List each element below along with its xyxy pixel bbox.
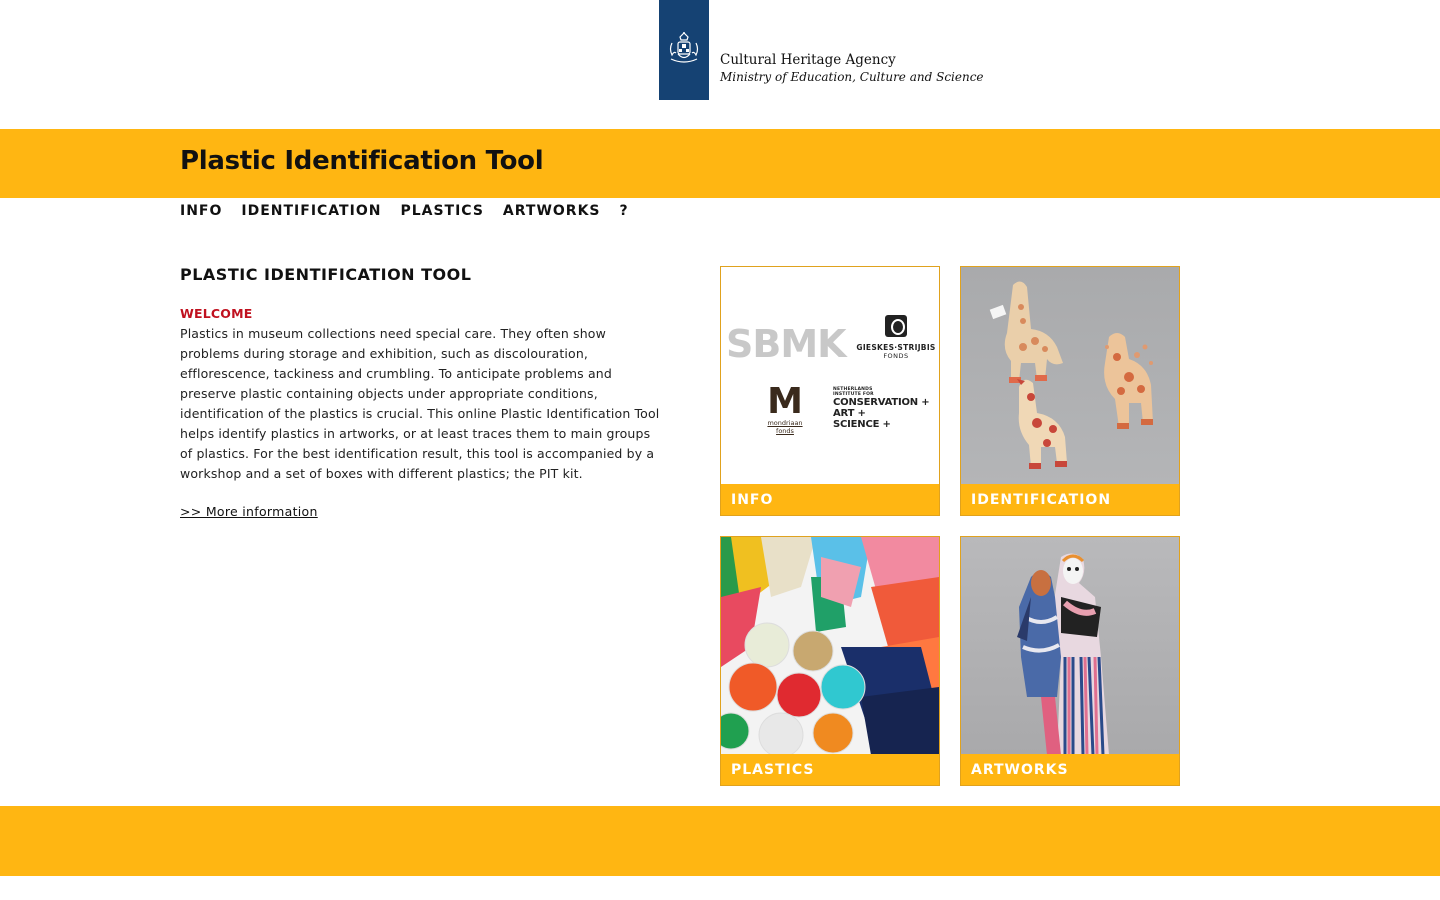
main-nav: INFO IDENTIFICATION PLASTICS ARTWORKS ? <box>180 203 629 219</box>
tile-artworks[interactable]: ARTWORKS <box>960 536 1180 786</box>
nicas-logo: NETHERLANDS INSTITUTE FOR CONSERVATION +… <box>833 387 930 430</box>
footer-bar <box>0 806 1440 876</box>
tile-plastics[interactable]: PLASTICS <box>720 536 940 786</box>
title-bar: Plastic Identification Tool <box>0 129 1440 198</box>
ministry-name: Ministry of Education, Culture and Scien… <box>720 70 984 84</box>
tile-label-info: INFO <box>721 484 939 515</box>
plastic-samples-image <box>721 537 939 755</box>
site-title[interactable]: Plastic Identification Tool <box>180 146 544 176</box>
agency-name: Cultural Heritage Agency <box>720 52 896 68</box>
more-information-link[interactable]: >> More information <box>180 504 318 519</box>
dutch-coat-of-arms-icon <box>659 0 709 100</box>
welcome-label: WELCOME <box>180 306 253 321</box>
nav-item-artworks[interactable]: ARTWORKS <box>503 203 601 219</box>
page-heading: PLASTIC IDENTIFICATION TOOL <box>180 265 472 284</box>
gieskes-mark-icon <box>885 315 907 337</box>
nav-item-info[interactable]: INFO <box>180 203 222 219</box>
nav-item-plastics[interactable]: PLASTICS <box>400 203 483 219</box>
toy-giraffes-image <box>961 267 1179 485</box>
nav-item-help[interactable]: ? <box>620 203 629 219</box>
tile-label-identification: IDENTIFICATION <box>961 484 1179 515</box>
gieskes-strijbis-logo: GIESKES·STRIJBIS FONDS <box>855 315 937 360</box>
mondriaan-fonds-logo: M mondriaan fonds <box>767 381 803 436</box>
sbmk-logo: SBMK <box>726 322 847 366</box>
site-logo[interactable]: Cultural Heritage Agency Ministry of Edu… <box>659 0 984 100</box>
tile-identification[interactable]: IDENTIFICATION <box>960 266 1180 516</box>
nav-item-identification[interactable]: IDENTIFICATION <box>241 203 381 219</box>
tile-label-artworks: ARTWORKS <box>961 754 1179 785</box>
tile-info[interactable]: SBMK GIESKES·STRIJBIS FONDS M mondriaan … <box>720 266 940 516</box>
tile-label-plastics: PLASTICS <box>721 754 939 785</box>
intro-section: PLASTIC IDENTIFICATION TOOL WELCOME Plas… <box>180 265 660 520</box>
sponsor-logos-image: SBMK GIESKES·STRIJBIS FONDS M mondriaan … <box>721 267 939 485</box>
plastic-sculpture-image <box>961 537 1179 755</box>
intro-text: Plastics in museum collections need spec… <box>180 326 660 481</box>
